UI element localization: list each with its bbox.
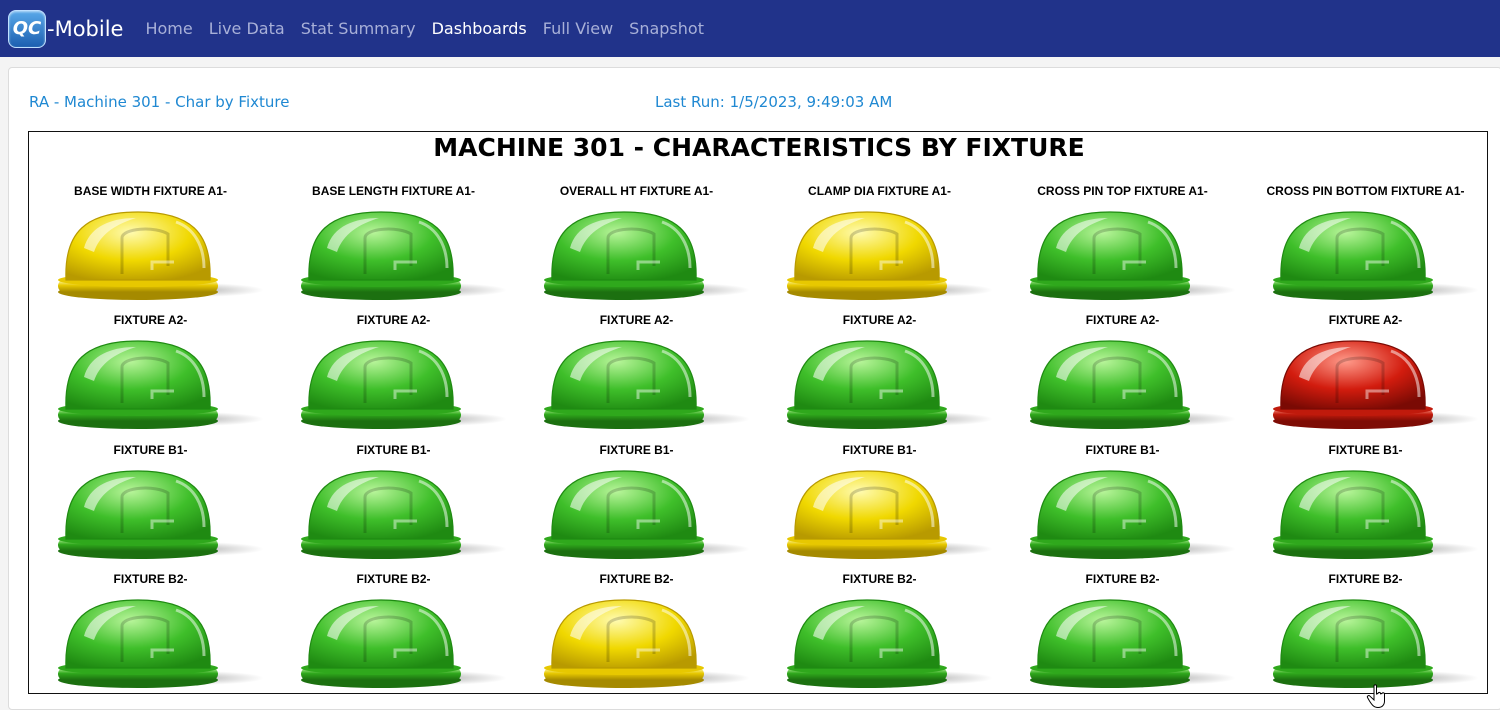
status-cell: FIXTURE B2- — [758, 572, 1001, 702]
characteristic-label: FIXTURE B1- — [1085, 443, 1160, 457]
nav-dashboards[interactable]: Dashboards — [432, 19, 527, 38]
characteristic-label: CROSS PIN TOP FIXTURE A1- — [1037, 184, 1208, 198]
status-row: FIXTURE B2- FIXTURE B2- FIXTURE B2- FIXTURE… — [29, 572, 1489, 702]
characteristic-label: FIXTURE B2- — [356, 572, 431, 586]
status-light-green-icon[interactable] — [299, 337, 509, 431]
status-cell: FIXTURE B1- — [1244, 443, 1487, 573]
status-cell: FIXTURE B1- — [29, 443, 272, 573]
status-cell: OVERALL HT FIXTURE A1- — [515, 184, 758, 314]
status-light-green-icon[interactable] — [785, 596, 995, 690]
status-cell: FIXTURE A2- — [758, 313, 1001, 443]
status-cell: FIXTURE B2- — [272, 572, 515, 702]
status-light-green-icon[interactable] — [1271, 208, 1481, 302]
status-row: BASE WIDTH FIXTURE A1- BASE LENGTH FIXTUR… — [29, 184, 1489, 314]
characteristic-label: FIXTURE B1- — [842, 443, 917, 457]
characteristic-label: FIXTURE A2- — [356, 313, 431, 327]
characteristic-label: FIXTURE B1- — [356, 443, 431, 457]
status-cell: BASE LENGTH FIXTURE A1- — [272, 184, 515, 314]
status-light-green-icon[interactable] — [299, 596, 509, 690]
characteristic-label: FIXTURE B2- — [1085, 572, 1160, 586]
status-light-green-icon[interactable] — [542, 208, 752, 302]
status-light-yellow-icon[interactable] — [785, 467, 995, 561]
status-light-red-icon[interactable] — [1271, 337, 1481, 431]
status-light-yellow-icon[interactable] — [785, 208, 995, 302]
characteristic-label: OVERALL HT FIXTURE A1- — [559, 184, 714, 198]
status-cell: FIXTURE B2- — [1244, 572, 1487, 702]
status-light-green-icon[interactable] — [1028, 337, 1238, 431]
status-row: FIXTURE B1- FIXTURE B1- FIXTURE B1- FIXTURE… — [29, 443, 1489, 573]
logo-text: -Mobile — [47, 16, 124, 41]
characteristic-label: FIXTURE A2- — [1085, 313, 1160, 327]
characteristic-label: FIXTURE A2- — [1328, 313, 1403, 327]
characteristic-label: FIXTURE A2- — [113, 313, 188, 327]
characteristic-label: FIXTURE A2- — [599, 313, 674, 327]
status-cell: FIXTURE B1- — [758, 443, 1001, 573]
nav-full-view[interactable]: Full View — [543, 19, 613, 38]
status-light-green-icon[interactable] — [1271, 596, 1481, 690]
status-light-green-icon[interactable] — [56, 596, 266, 690]
status-cell: FIXTURE A2- — [1244, 313, 1487, 443]
status-cell: FIXTURE B1- — [515, 443, 758, 573]
nav-home[interactable]: Home — [145, 19, 192, 38]
app-logo[interactable]: QC -Mobile — [8, 9, 123, 49]
status-board: MACHINE 301 - CHARACTERISTICS BY FIXTURE… — [28, 131, 1488, 694]
status-cell: FIXTURE A2- — [29, 313, 272, 443]
status-light-green-icon[interactable] — [1271, 467, 1481, 561]
characteristic-label: FIXTURE A2- — [842, 313, 917, 327]
nav-stat-summary[interactable]: Stat Summary — [301, 19, 416, 38]
last-run-timestamp: Last Run: 1/5/2023, 9:49:03 AM — [655, 93, 893, 111]
status-light-green-icon[interactable] — [299, 208, 509, 302]
status-light-green-icon[interactable] — [299, 467, 509, 561]
status-light-green-icon[interactable] — [785, 337, 995, 431]
status-light-green-icon[interactable] — [56, 337, 266, 431]
status-cell: BASE WIDTH FIXTURE A1- — [29, 184, 272, 314]
status-light-yellow-icon[interactable] — [56, 208, 266, 302]
hand-cursor-icon — [1366, 684, 1385, 708]
nav-live-data[interactable]: Live Data — [209, 19, 285, 38]
status-cell: CROSS PIN BOTTOM FIXTURE A1- — [1244, 184, 1487, 314]
status-cell: FIXTURE B1- — [1001, 443, 1244, 573]
status-cell: FIXTURE A2- — [272, 313, 515, 443]
status-light-green-icon[interactable] — [1028, 596, 1238, 690]
status-cell: FIXTURE B1- — [272, 443, 515, 573]
status-cell: CROSS PIN TOP FIXTURE A1- — [1001, 184, 1244, 314]
status-light-green-icon[interactable] — [542, 467, 752, 561]
nav-snapshot[interactable]: Snapshot — [629, 19, 704, 38]
characteristic-label: FIXTURE B1- — [599, 443, 674, 457]
status-cell: FIXTURE B2- — [1001, 572, 1244, 702]
characteristic-label: FIXTURE B2- — [113, 572, 188, 586]
status-light-green-icon[interactable] — [542, 337, 752, 431]
nav-links: Home Live Data Stat Summary Dashboards F… — [145, 19, 720, 38]
characteristic-label: FIXTURE B2- — [599, 572, 674, 586]
characteristic-label: CLAMP DIA FIXTURE A1- — [808, 184, 951, 198]
characteristic-label: BASE LENGTH FIXTURE A1- — [312, 184, 475, 198]
status-cell: CLAMP DIA FIXTURE A1- — [758, 184, 1001, 314]
logo-badge: QC — [8, 9, 46, 48]
status-light-green-icon[interactable] — [1028, 208, 1238, 302]
status-cell: FIXTURE A2- — [1001, 313, 1244, 443]
characteristic-label: FIXTURE B1- — [1328, 443, 1403, 457]
characteristic-label: FIXTURE B2- — [842, 572, 917, 586]
status-light-green-icon[interactable] — [56, 467, 266, 561]
board-title: MACHINE 301 - CHARACTERISTICS BY FIXTURE — [433, 133, 1085, 162]
status-light-yellow-icon[interactable] — [542, 596, 752, 690]
dashboard-name[interactable]: RA - Machine 301 - Char by Fixture — [29, 93, 289, 111]
status-cell: FIXTURE B2- — [29, 572, 272, 702]
status-row: FIXTURE A2- FIXTURE A2- FIXTURE A2- FIXTURE… — [29, 313, 1489, 443]
characteristic-label: BASE WIDTH FIXTURE A1- — [74, 184, 227, 198]
status-cell: FIXTURE A2- — [515, 313, 758, 443]
top-navbar: QC -Mobile Home Live Data Stat Summary D… — [0, 0, 1500, 57]
status-cell: FIXTURE B2- — [515, 572, 758, 702]
characteristic-label: FIXTURE B1- — [113, 443, 188, 457]
characteristic-label: CROSS PIN BOTTOM FIXTURE A1- — [1266, 184, 1465, 198]
characteristic-label: FIXTURE B2- — [1328, 572, 1403, 586]
status-light-green-icon[interactable] — [1028, 467, 1238, 561]
